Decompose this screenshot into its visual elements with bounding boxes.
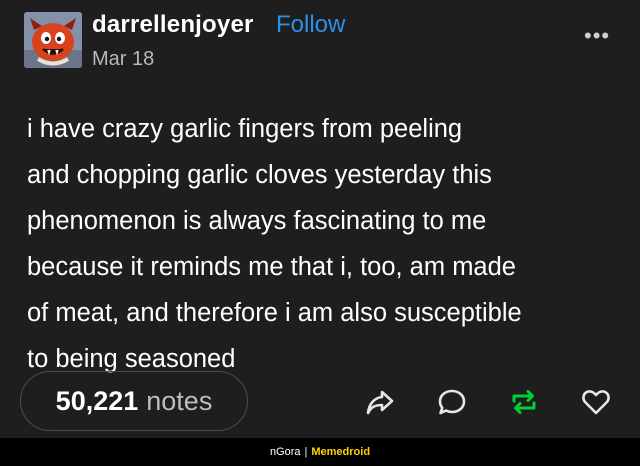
post-line: and chopping garlic cloves yesterday thi… [27,161,492,189]
notes-label: notes [146,385,213,416]
watermark-site: Memedroid [311,446,371,458]
post-card: darrellenjoyer Follow Mar 18 ••• i have … [0,0,640,438]
reblog-button[interactable] [508,386,540,418]
heart-icon [582,390,610,415]
share-icon [366,390,394,415]
post-line: i have crazy garlic fingers from peeling [27,115,463,143]
avatar[interactable] [24,12,82,68]
follow-button[interactable]: Follow [276,11,345,39]
post-date[interactable]: Mar 18 [92,48,154,71]
watermark-bar: nGora | Memedroid [0,438,640,466]
notes-button[interactable]: 50,221 notes [20,371,248,431]
watermark-separator: | [304,446,308,458]
post-line: of meat, and therefore i am also suscept… [27,299,522,327]
post-line: because it reminds me that i, too, am ma… [27,253,516,281]
share-button[interactable] [364,386,396,418]
like-button[interactable] [580,386,612,418]
reply-button[interactable] [436,386,468,418]
more-options-icon[interactable]: ••• [584,25,610,47]
reply-icon [438,389,466,415]
reblog-icon [512,390,536,414]
post-line: phenomenon is always fascinating to me [27,207,487,235]
username[interactable]: darrellenjoyer [92,11,254,39]
post-body: i have crazy garlic fingers from peeling… [27,106,617,382]
watermark-user: nGora [269,446,301,458]
avatar-image [24,12,82,68]
notes-count: 50,221 [55,385,139,416]
